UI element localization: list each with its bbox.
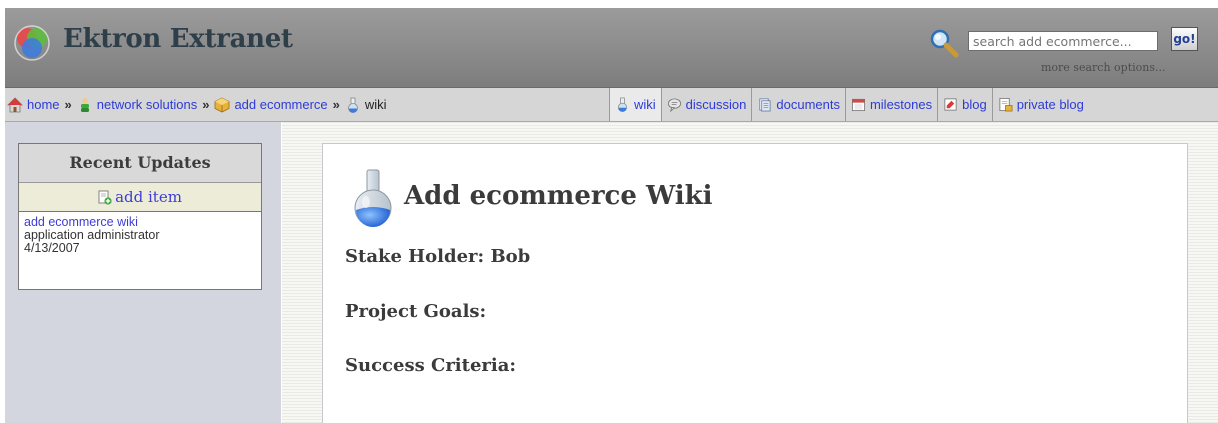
- breadcrumb-separator: »: [202, 97, 210, 112]
- success-criteria-field: Success Criteria:: [345, 355, 517, 376]
- section-tabs: wiki discussion documents milestones blo…: [609, 88, 1089, 121]
- sidebar: Recent Updates add item add ecommerce wi…: [5, 122, 281, 423]
- box-icon: [215, 97, 230, 112]
- update-date: 4/13/2007: [24, 241, 80, 255]
- project-goals-field: Project Goals:: [345, 301, 487, 322]
- list-item: add ecommerce wiki application administr…: [19, 212, 261, 255]
- recent-updates-title: Recent Updates: [19, 144, 261, 183]
- magnifier-icon: [930, 29, 959, 58]
- app-window: Ektron Extranet go! more search options.…: [5, 8, 1218, 423]
- flask-icon: [348, 97, 358, 113]
- tab-blog-label: blog: [962, 97, 987, 112]
- tab-discussion-label: discussion: [685, 97, 747, 112]
- speech-bubble-icon: [667, 98, 681, 112]
- flask-icon: [617, 97, 628, 112]
- breadcrumb-add-ecommerce-link[interactable]: add ecommerce: [234, 97, 327, 112]
- breadcrumb: home » network solutions » add ecommerce…: [7, 88, 387, 121]
- add-document-icon: [98, 190, 112, 205]
- add-item-label: add item: [115, 188, 182, 206]
- tab-wiki[interactable]: wiki: [609, 88, 661, 121]
- tab-milestones-label: milestones: [869, 97, 933, 112]
- tab-private-blog[interactable]: private blog: [991, 88, 1089, 121]
- calendar-icon: [851, 98, 865, 112]
- breadcrumb-current: wiki: [364, 97, 387, 112]
- blog-icon: [944, 98, 957, 111]
- document-icon: [759, 98, 771, 112]
- go-button[interactable]: go!: [1171, 27, 1198, 51]
- breadcrumb-separator: »: [332, 97, 340, 112]
- recent-updates-panel: Recent Updates add item add ecommerce wi…: [18, 143, 262, 290]
- app-title[interactable]: Ektron Extranet: [63, 24, 293, 54]
- tab-wiki-label: wiki: [634, 97, 656, 112]
- tab-discussion[interactable]: discussion: [660, 88, 752, 121]
- tab-private-blog-label: private blog: [1016, 97, 1084, 112]
- stake-holder-field: Stake Holder: Bob: [345, 246, 531, 267]
- breadcrumb-separator: »: [64, 97, 72, 112]
- search-input[interactable]: [968, 31, 1158, 51]
- more-search-options-link[interactable]: more search options...: [1041, 61, 1165, 74]
- main-content: Add ecommerce Wiki Stake Holder: Bob Pro…: [282, 122, 1218, 423]
- ektron-logo-icon[interactable]: [13, 24, 51, 62]
- private-blog-icon: [999, 97, 1013, 112]
- tab-documents-label: documents: [776, 97, 840, 112]
- breadcrumb-home-link[interactable]: home: [27, 97, 60, 112]
- tab-documents[interactable]: documents: [751, 88, 845, 121]
- tab-milestones[interactable]: milestones: [844, 88, 937, 121]
- add-item-button[interactable]: add item: [19, 183, 261, 212]
- home-icon: [7, 96, 23, 112]
- group-icon: [80, 97, 89, 112]
- navigation-bar: home » network solutions » add ecommerce…: [5, 88, 1218, 122]
- wiki-panel: Add ecommerce Wiki Stake Holder: Bob Pro…: [322, 143, 1188, 423]
- breadcrumb-network-solutions-link[interactable]: network solutions: [97, 97, 197, 112]
- flask-icon: [354, 169, 392, 227]
- tab-blog[interactable]: blog: [937, 88, 992, 121]
- header: Ektron Extranet go! more search options.…: [5, 8, 1218, 88]
- page-title: Add ecommerce Wiki: [404, 181, 713, 211]
